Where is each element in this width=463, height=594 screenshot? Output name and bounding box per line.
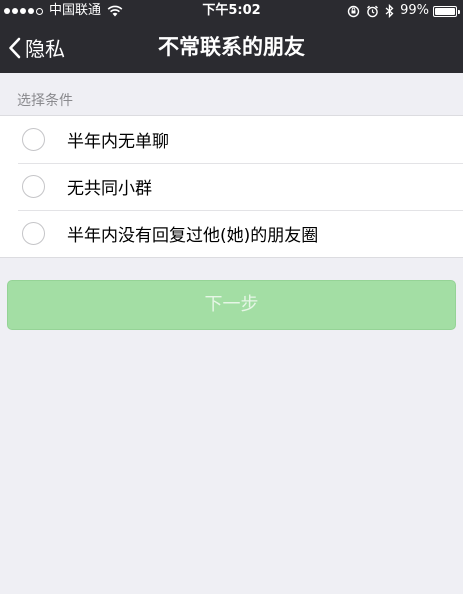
radio-circle-icon[interactable] bbox=[22, 222, 45, 245]
battery-icon bbox=[433, 5, 460, 17]
section-header: 选择条件 bbox=[17, 93, 73, 109]
option-label: 半年内没有回复过他(她)的朋友圈 bbox=[67, 226, 319, 246]
battery-percent: 99% bbox=[400, 3, 429, 18]
bluetooth-icon bbox=[385, 4, 394, 18]
alarm-clock-icon bbox=[367, 5, 379, 17]
page-title: 不常联系的朋友 bbox=[158, 35, 305, 59]
top-bar: 中国联通 下午5:02 99% 隐私 不常联系的朋友 bbox=[0, 0, 463, 73]
battery-level bbox=[435, 7, 455, 15]
option-label: 无共同小群 bbox=[67, 179, 152, 199]
option-label: 半年内无单聊 bbox=[67, 132, 169, 152]
condition-list: 半年内无单聊 无共同小群 半年内没有回复过他(她)的朋友圈 bbox=[0, 115, 463, 258]
navigation-bar: 隐私 不常联系的朋友 bbox=[0, 22, 463, 73]
status-bar-right: 99% bbox=[341, 0, 460, 22]
status-bar: 中国联通 下午5:02 99% bbox=[0, 0, 463, 22]
radio-circle-icon[interactable] bbox=[22, 175, 45, 198]
option-row-no-common-group[interactable]: 无共同小群 bbox=[0, 163, 463, 210]
option-row-no-private-chat[interactable]: 半年内无单聊 bbox=[0, 116, 463, 163]
radio-circle-icon[interactable] bbox=[22, 128, 45, 151]
next-step-button[interactable]: 下一步 bbox=[7, 280, 456, 330]
option-row-no-moments-reply[interactable]: 半年内没有回复过他(她)的朋友圈 bbox=[0, 210, 463, 257]
rotation-lock-icon bbox=[347, 5, 360, 17]
